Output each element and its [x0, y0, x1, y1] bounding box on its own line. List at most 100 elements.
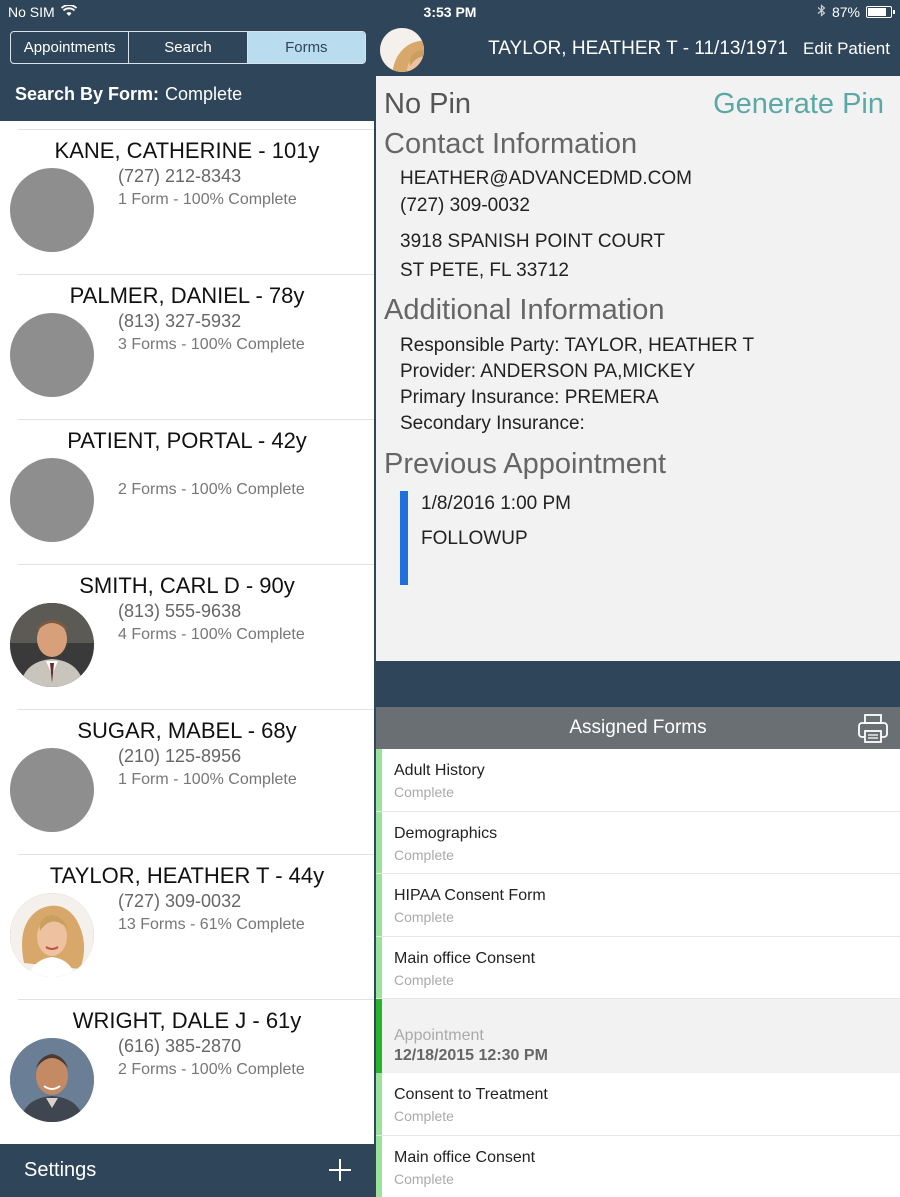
- patient-name: TAYLOR, HEATHER T - 44y: [49, 863, 325, 888]
- plus-icon[interactable]: [328, 1152, 352, 1187]
- search-by-label: Search By Form:: [15, 84, 160, 104]
- form-status: Complete: [394, 784, 454, 800]
- appointment-indicator: [376, 999, 382, 1073]
- patient-name: SUGAR, MABEL - 68y: [77, 718, 297, 743]
- patient-list-pane: Appointments Search Forms Search By Form…: [0, 24, 374, 1197]
- patient-forms-summary: 4 Forms - 100% Complete: [118, 626, 305, 643]
- avatar-placeholder: [10, 313, 94, 397]
- form-status: Complete: [394, 846, 454, 863]
- appointment-label: Appointment: [394, 1027, 484, 1044]
- patient-phone: (210) 125-8956: [118, 746, 242, 766]
- tab-forms[interactable]: Forms: [247, 32, 365, 63]
- complete-indicator: [376, 1073, 382, 1135]
- patient-forms-summary: 1 Form - 100% Complete: [118, 771, 297, 788]
- printer-icon[interactable]: [856, 711, 890, 745]
- search-by-form[interactable]: Search By Form: Complete: [15, 84, 242, 105]
- divider-band: [376, 661, 900, 707]
- tab-appointments[interactable]: Appointments: [11, 32, 130, 63]
- list-item[interactable]: SMITH, CARL D - 90y (813) 555-9638 4 For…: [10, 564, 374, 709]
- avatar-placeholder: [10, 748, 94, 832]
- appointment-indicator: [400, 491, 408, 585]
- battery-percent: 87%: [831, 4, 860, 20]
- list-item[interactable]: TAYLOR, HEATHER T - 44y (727) 309-0032 1…: [10, 854, 374, 999]
- appointment-group-header: Appointment 12/18/2015 12:30 PM: [376, 999, 900, 1073]
- complete-indicator: [376, 874, 382, 936]
- email-value[interactable]: HEATHER@ADVANCEDMD.COM: [400, 168, 692, 190]
- form-status: Complete: [394, 909, 454, 925]
- form-row[interactable]: Demographics Complete: [376, 811, 900, 874]
- form-name: Main office Consent: [394, 1148, 536, 1166]
- form-row[interactable]: Adult History Complete: [376, 749, 900, 812]
- patient-phone: (616) 385-2870: [118, 1036, 242, 1056]
- patient-forms-summary: 2 Forms - 100% Complete: [118, 481, 305, 498]
- patient-name: PATIENT, PORTAL - 42y: [67, 428, 307, 453]
- complete-indicator: [376, 936, 382, 998]
- form-name: Demographics: [394, 824, 498, 842]
- patient-phone: (813) 327-5932: [118, 311, 242, 331]
- list-item[interactable]: KANE, CATHERINE - 101y (727) 212-8343 1 …: [10, 129, 374, 274]
- provider: Provider: ANDERSON PA,MICKEY: [400, 361, 696, 382]
- patient-title: TAYLOR, HEATHER T - 11/13/1971: [488, 38, 788, 59]
- patient-phone: (727) 212-8343: [118, 166, 242, 186]
- left-footer: Settings: [0, 1144, 374, 1197]
- form-row[interactable]: Consent to Treatment Complete: [376, 1073, 900, 1136]
- bluetooth-icon: [817, 4, 826, 20]
- list-item[interactable]: PALMER, DANIEL - 78y (813) 327-5932 3 Fo…: [10, 274, 374, 419]
- secondary-insurance: Secondary Insurance:: [400, 413, 585, 434]
- tab-search[interactable]: Search: [129, 32, 248, 63]
- previous-appointment-type: FOLLOWUP: [421, 528, 528, 549]
- edit-patient-button[interactable]: Edit Patient: [803, 39, 890, 59]
- avatar-photo: [10, 1038, 94, 1122]
- patient-forms-summary: 3 Forms - 100% Complete: [118, 336, 305, 353]
- patient-forms-summary: 13 Forms - 61% Complete: [118, 916, 305, 933]
- patient-name: WRIGHT, DALE J - 61y: [72, 1008, 302, 1033]
- patient-header: TAYLOR, HEATHER T - 11/13/1971 Edit Pati…: [376, 24, 900, 76]
- primary-insurance: Primary Insurance: PREMERA: [400, 387, 659, 408]
- list-item[interactable]: SUGAR, MABEL - 68y (210) 125-8956 1 Form…: [10, 709, 374, 854]
- patient-name: PALMER, DANIEL - 78y: [69, 283, 305, 308]
- patient-avatar: [380, 28, 424, 72]
- avatar-placeholder: [10, 458, 94, 542]
- form-name: Adult History: [394, 762, 485, 779]
- assigned-forms-list: Adult History Complete Demographics Comp…: [376, 749, 900, 1197]
- pin-status: No Pin: [384, 88, 472, 120]
- assigned-forms-header: Assigned Forms: [376, 707, 900, 749]
- list-item[interactable]: PATIENT, PORTAL - 42y 2 Forms - 100% Com…: [10, 419, 374, 564]
- patient-phone: (727) 309-0032: [118, 891, 242, 911]
- form-status: Complete: [394, 1108, 454, 1124]
- form-name: Consent to Treatment: [394, 1086, 548, 1103]
- patient-list: KANE, CATHERINE - 101y (727) 212-8343 1 …: [0, 129, 374, 1144]
- patient-phone: (813) 555-9638: [118, 601, 242, 621]
- previous-appointment-title: Previous Appointment: [384, 448, 667, 480]
- patient-forms-summary: 1 Form - 100% Complete: [118, 191, 297, 208]
- complete-indicator: [376, 749, 382, 811]
- battery-icon: [866, 6, 895, 18]
- settings-button[interactable]: Settings: [24, 1159, 96, 1182]
- form-status: Complete: [394, 1170, 454, 1187]
- assigned-forms-title: Assigned Forms: [569, 717, 707, 738]
- form-row[interactable]: Main office Consent Complete: [376, 1135, 900, 1197]
- clock: 3:53 PM: [423, 4, 477, 20]
- segmented-control: Appointments Search Forms: [10, 31, 366, 64]
- form-name: HIPAA Consent Form: [394, 887, 546, 904]
- form-row[interactable]: HIPAA Consent Form Complete: [376, 874, 900, 937]
- search-by-value: Complete: [165, 84, 243, 104]
- contact-section-title: Contact Information: [384, 128, 638, 160]
- patient-name: KANE, CATHERINE - 101y: [54, 138, 320, 163]
- avatar-photo: [10, 603, 94, 687]
- form-row[interactable]: Main office Consent Complete: [376, 936, 900, 999]
- form-status: Complete: [394, 971, 454, 988]
- address-line-2: ST PETE, FL 33712: [400, 260, 569, 281]
- complete-indicator: [376, 1135, 382, 1197]
- phone-value[interactable]: (727) 309-0032: [400, 195, 530, 217]
- appointment-date: 12/18/2015 12:30 PM: [394, 1047, 548, 1064]
- list-item[interactable]: WRIGHT, DALE J - 61y (616) 385-2870 2 Fo…: [10, 999, 374, 1144]
- avatar-placeholder: [10, 168, 94, 252]
- address-line-1: 3918 SPANISH POINT COURT: [400, 231, 666, 252]
- complete-indicator: [376, 811, 382, 873]
- patient-details: No Pin Generate Pin Contact Information …: [376, 76, 900, 661]
- form-name: Main office Consent: [394, 949, 536, 967]
- generate-pin-button[interactable]: Generate Pin: [713, 88, 884, 121]
- patient-forms-summary: 2 Forms - 100% Complete: [118, 1061, 305, 1078]
- responsible-party: Responsible Party: TAYLOR, HEATHER T: [400, 335, 755, 356]
